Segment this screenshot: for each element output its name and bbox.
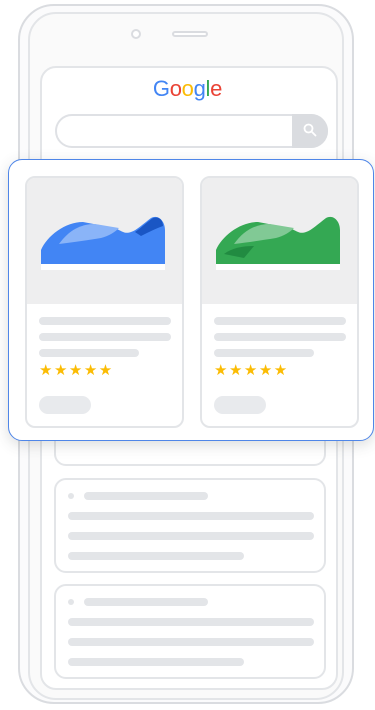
result-text-line xyxy=(68,638,314,646)
result-site-line xyxy=(84,492,208,500)
product-card-blue[interactable]: ★★★★★ xyxy=(25,176,184,428)
product-title-line xyxy=(39,333,171,341)
product-title-line xyxy=(39,317,171,325)
camera-icon xyxy=(131,29,141,39)
result-site-line xyxy=(84,598,208,606)
result-text-line xyxy=(68,618,314,626)
result-favicon xyxy=(68,493,74,499)
product-price-line xyxy=(39,349,139,357)
logo-letter: o xyxy=(169,76,182,101)
result-text-line xyxy=(68,658,244,666)
product-action-pill[interactable] xyxy=(214,396,266,414)
product-action-pill[interactable] xyxy=(39,396,91,414)
result-text-line xyxy=(68,552,244,560)
shoe-icon xyxy=(216,216,340,270)
product-title-line xyxy=(214,317,346,325)
logo-letter: e xyxy=(210,76,223,101)
result-text-line xyxy=(68,512,314,520)
shoe-icon xyxy=(41,216,165,270)
product-image xyxy=(27,178,182,304)
logo-letter: o xyxy=(181,76,194,101)
product-price-line xyxy=(214,349,314,357)
star-rating: ★★★★★ xyxy=(214,362,289,379)
product-title-line xyxy=(214,333,346,341)
result-text-line xyxy=(68,532,314,540)
logo-letter: G xyxy=(152,76,170,101)
result-card[interactable] xyxy=(54,584,326,679)
search-icon xyxy=(303,123,317,137)
result-card[interactable] xyxy=(54,478,326,573)
speaker-icon xyxy=(172,31,208,37)
search-button[interactable] xyxy=(292,114,328,148)
logo-letter: g xyxy=(193,76,206,101)
star-rating: ★★★★★ xyxy=(39,362,114,379)
product-image xyxy=(202,178,357,304)
product-card-green[interactable]: ★★★★★ xyxy=(200,176,359,428)
google-logo: Google xyxy=(0,73,375,105)
result-favicon xyxy=(68,599,74,605)
shopping-results-panel: ★★★★★ ★★★★★ xyxy=(8,159,374,441)
search-input[interactable] xyxy=(55,114,328,148)
